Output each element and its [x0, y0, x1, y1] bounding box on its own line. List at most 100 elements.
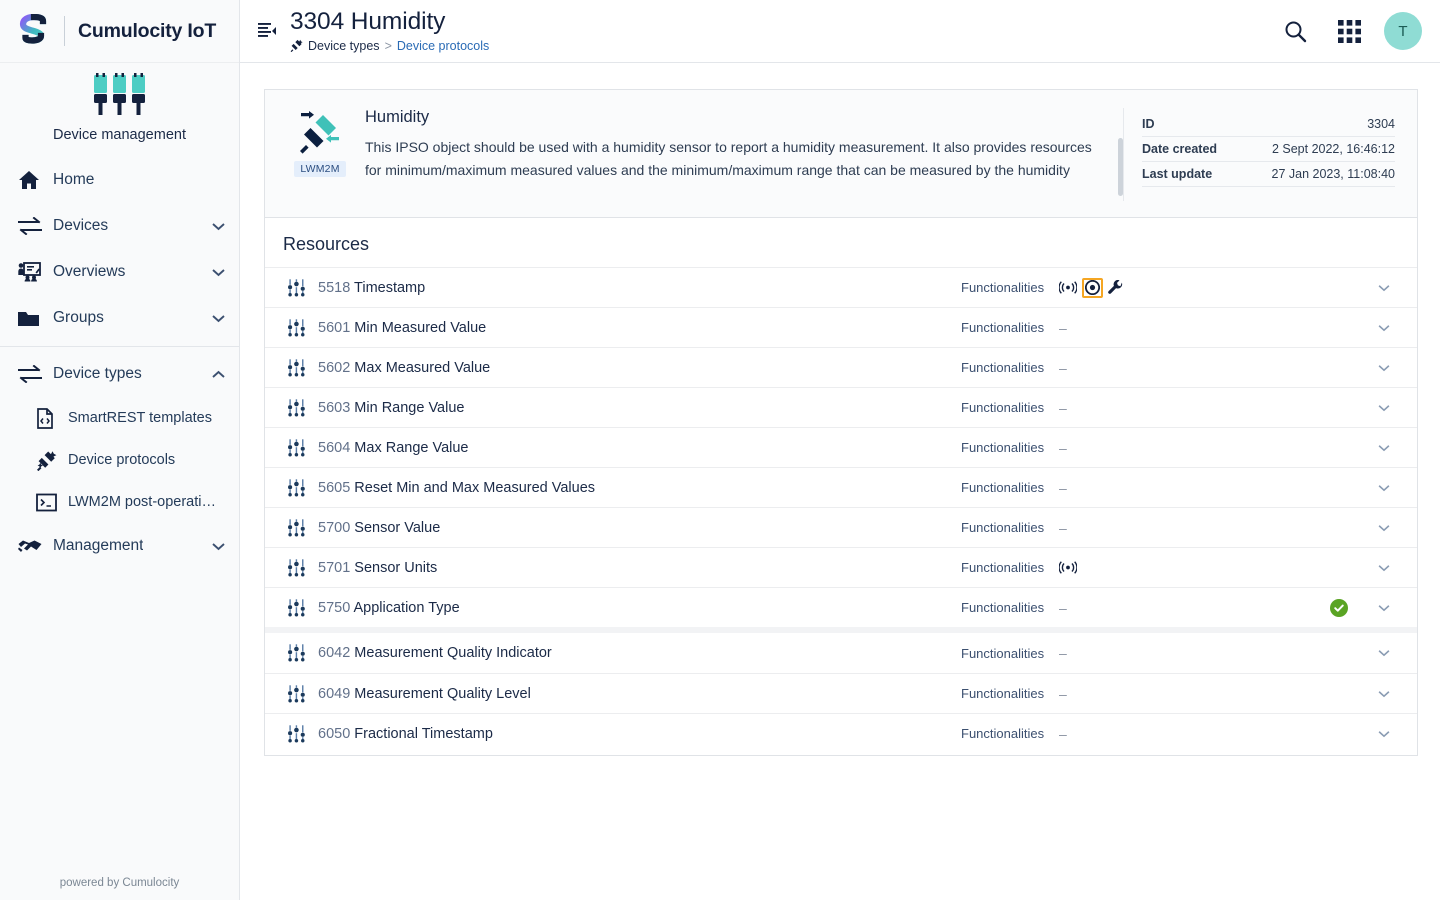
search-icon[interactable]	[1276, 12, 1314, 50]
table-row[interactable]: 5605 Reset Min and Max Measured Values Fu…	[265, 467, 1417, 507]
folder-icon	[18, 310, 44, 327]
functionalities-label: Functionalities	[961, 360, 1045, 375]
check-icon	[1330, 598, 1348, 617]
sidebar: Cumulocity IoT Device management Home De…	[0, 0, 240, 900]
wrench-icon[interactable]	[1108, 280, 1123, 295]
breadcrumb-current[interactable]: Device protocols	[397, 39, 489, 53]
table-row[interactable]: 5601 Min Measured Value Functionalities –	[265, 307, 1417, 347]
sidebar-item-devices[interactable]: Devices	[0, 203, 239, 249]
chevron-down-icon[interactable]	[1369, 649, 1399, 657]
sidebar-item-overviews[interactable]: Overviews	[0, 249, 239, 295]
presentation-icon	[18, 262, 44, 282]
functionalities-label: Functionalities	[961, 600, 1045, 615]
resource-name: 5605 Reset Min and Max Measured Values	[318, 479, 596, 496]
functionalities-icons: –	[1059, 360, 1309, 376]
resource-id: 6042	[318, 645, 355, 661]
description-body: Humidity This IPSO object should be used…	[353, 108, 1123, 201]
sliders-icon	[283, 599, 309, 617]
collapse-sidebar-icon[interactable]	[250, 14, 284, 48]
chevron-down-icon[interactable]	[211, 539, 225, 553]
sliders-icon	[283, 319, 309, 337]
table-row[interactable]: 5603 Min Range Value Functionalities –	[265, 387, 1417, 427]
resources-card: Resources 5518 Timestamp Functionalities 5…	[264, 217, 1418, 756]
chevron-down-icon[interactable]	[1369, 444, 1399, 452]
broadcast-icon[interactable]	[1059, 281, 1077, 294]
sliders-icon	[283, 439, 309, 457]
sliders-icon	[283, 399, 309, 417]
no-functionality-dash: –	[1059, 439, 1067, 456]
sidebar-item-lwm2m-post-operations[interactable]: LWM2M post-operatio...	[0, 481, 239, 523]
resource-id: 5603	[318, 399, 355, 416]
chevron-up-icon[interactable]	[211, 367, 225, 381]
table-row[interactable]: 6042 Measurement Quality Indicator Functi…	[265, 627, 1417, 673]
no-functionality-dash: –	[1059, 685, 1067, 702]
sliders-icon	[283, 685, 309, 703]
functionalities-label: Functionalities	[961, 560, 1045, 575]
functionalities-icons	[1059, 277, 1309, 298]
sidebar-item-smartrest-templates-label: SmartREST templates	[68, 410, 212, 426]
sidebar-item-device-protocols-label: Device protocols	[68, 452, 176, 468]
app-switcher-icon[interactable]	[1330, 12, 1368, 50]
sidebar-item-smartrest-templates[interactable]: SmartREST templates	[0, 397, 239, 439]
sidebar-item-devices-label: Devices	[53, 217, 109, 234]
sidebar-footer: powered by Cumulocity	[59, 877, 180, 889]
resources-list: 5518 Timestamp Functionalities 5601 Min Me…	[265, 267, 1417, 755]
plug-connect-icon	[290, 39, 303, 53]
sliders-icon	[283, 725, 309, 743]
breadcrumb: Device types > Device protocols	[290, 39, 489, 53]
sidebar-item-groups[interactable]: Groups	[0, 295, 239, 341]
chevron-down-icon[interactable]	[1369, 364, 1399, 372]
sidebar-item-device-protocols[interactable]: Device protocols	[0, 439, 239, 481]
file-code-icon	[36, 407, 60, 429]
table-row[interactable]: 6049 Measurement Quality Level Functional…	[265, 673, 1417, 713]
broadcast-icon[interactable]	[1059, 561, 1077, 574]
avatar[interactable]: T	[1384, 12, 1422, 50]
description-title: Humidity	[365, 108, 430, 126]
functionalities-icons: –	[1059, 520, 1309, 536]
chevron-down-icon[interactable]	[1369, 324, 1399, 332]
sidebar-item-groups-label: Groups	[53, 309, 104, 326]
sidebar-navigation: Home Devices Overviews Groups Device typ…	[0, 155, 239, 569]
table-row[interactable]: 6050 Fractional Timestamp Functionalities…	[265, 713, 1417, 753]
lwm2m-plug-icon	[298, 110, 342, 154]
resource-id: 5605	[318, 479, 355, 496]
sidebar-item-home[interactable]: Home	[0, 157, 239, 203]
functionalities-label: Functionalities	[961, 400, 1045, 415]
chevron-down-icon[interactable]	[211, 265, 225, 279]
no-functionality-dash: –	[1059, 479, 1067, 496]
chevron-down-icon[interactable]	[211, 219, 225, 233]
chevron-down-icon[interactable]	[211, 311, 225, 325]
breadcrumb-root[interactable]: Device types	[308, 39, 380, 53]
no-functionality-dash: –	[1059, 519, 1067, 536]
cumulocity-s-logo-icon	[18, 13, 52, 48]
page-title: 3304 Humidity	[290, 8, 446, 36]
resources-header: Resources	[265, 218, 1417, 267]
plug-connect-icon	[36, 450, 60, 471]
chevron-down-icon[interactable]	[1369, 284, 1399, 292]
sidebar-divider	[0, 346, 239, 347]
table-row[interactable]: 5700 Sensor Value Functionalities –	[265, 507, 1417, 547]
sidebar-item-management[interactable]: Management	[0, 523, 239, 569]
sidebar-item-device-types[interactable]: Device types	[0, 351, 239, 397]
no-functionality-dash: –	[1059, 645, 1067, 661]
chevron-down-icon[interactable]	[1369, 484, 1399, 492]
sidebar-item-device-types-label: Device types	[53, 365, 142, 382]
table-row[interactable]: 5750 Application Type Functionalities –	[265, 587, 1417, 627]
brand-header[interactable]: Cumulocity IoT	[0, 0, 239, 63]
chevron-down-icon[interactable]	[1369, 564, 1399, 572]
chevron-down-icon[interactable]	[1369, 730, 1399, 738]
chevron-down-icon[interactable]	[1369, 690, 1399, 698]
description-scrollbar[interactable]	[1118, 138, 1123, 196]
table-row[interactable]: 5604 Max Range Value Functionalities –	[265, 427, 1417, 467]
table-row[interactable]: 5602 Max Measured Value Functionalities –	[265, 347, 1417, 387]
functionalities-icons: –	[1059, 645, 1309, 661]
resource-name: 6050 Fractional Timestamp	[318, 725, 493, 742]
table-row[interactable]: 5518 Timestamp Functionalities	[265, 267, 1417, 307]
chevron-down-icon[interactable]	[1369, 404, 1399, 412]
highlighted-observe-eye-icon[interactable]	[1082, 277, 1103, 298]
chevron-down-icon[interactable]	[1369, 604, 1399, 612]
sidebar-item-home-label: Home	[53, 171, 95, 188]
table-row[interactable]: 5701 Sensor Units Functionalities	[265, 547, 1417, 587]
application-title-block: Device management	[0, 63, 239, 155]
chevron-down-icon[interactable]	[1369, 524, 1399, 532]
